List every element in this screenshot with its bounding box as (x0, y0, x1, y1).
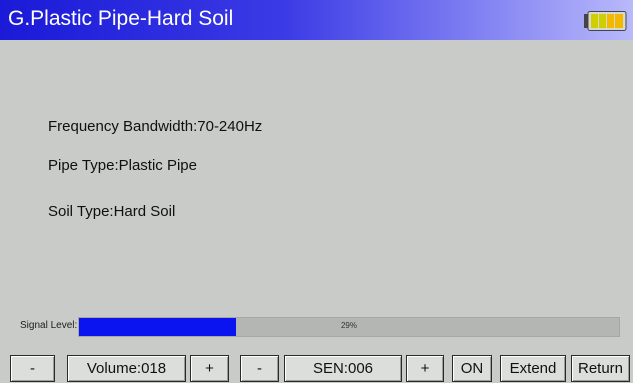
page-title: G.Plastic Pipe-Hard Soil (8, 7, 234, 30)
pipe-type: Pipe Type:Plastic Pipe (48, 157, 197, 174)
return-button[interactable]: Return (571, 355, 630, 382)
volume-decrease-button[interactable]: - (10, 355, 55, 382)
bottom-toolbar: - Volume:018 + - SEN:006 + ON Extend Ret… (0, 352, 633, 383)
volume-increase-button[interactable]: + (190, 355, 229, 382)
signal-level-percent: 29% (340, 321, 357, 330)
extend-button[interactable]: Extend (500, 355, 566, 382)
battery-icon (584, 11, 627, 31)
volume-display-button[interactable]: Volume:018 (67, 355, 186, 382)
title-bar: G.Plastic Pipe-Hard Soil (0, 0, 633, 40)
signal-level-bar: 29% (78, 317, 620, 337)
on-button[interactable]: ON (452, 355, 492, 382)
sensitivity-increase-button[interactable]: + (406, 355, 444, 382)
frequency-bandwidth: Frequency Bandwidth:70-240Hz (48, 118, 263, 135)
sensitivity-display-button[interactable]: SEN:006 (284, 355, 402, 382)
soil-type: Soil Type:Hard Soil (48, 203, 176, 220)
sensitivity-decrease-button[interactable]: - (240, 355, 279, 382)
signal-level-label: Signal Level: (20, 320, 78, 331)
